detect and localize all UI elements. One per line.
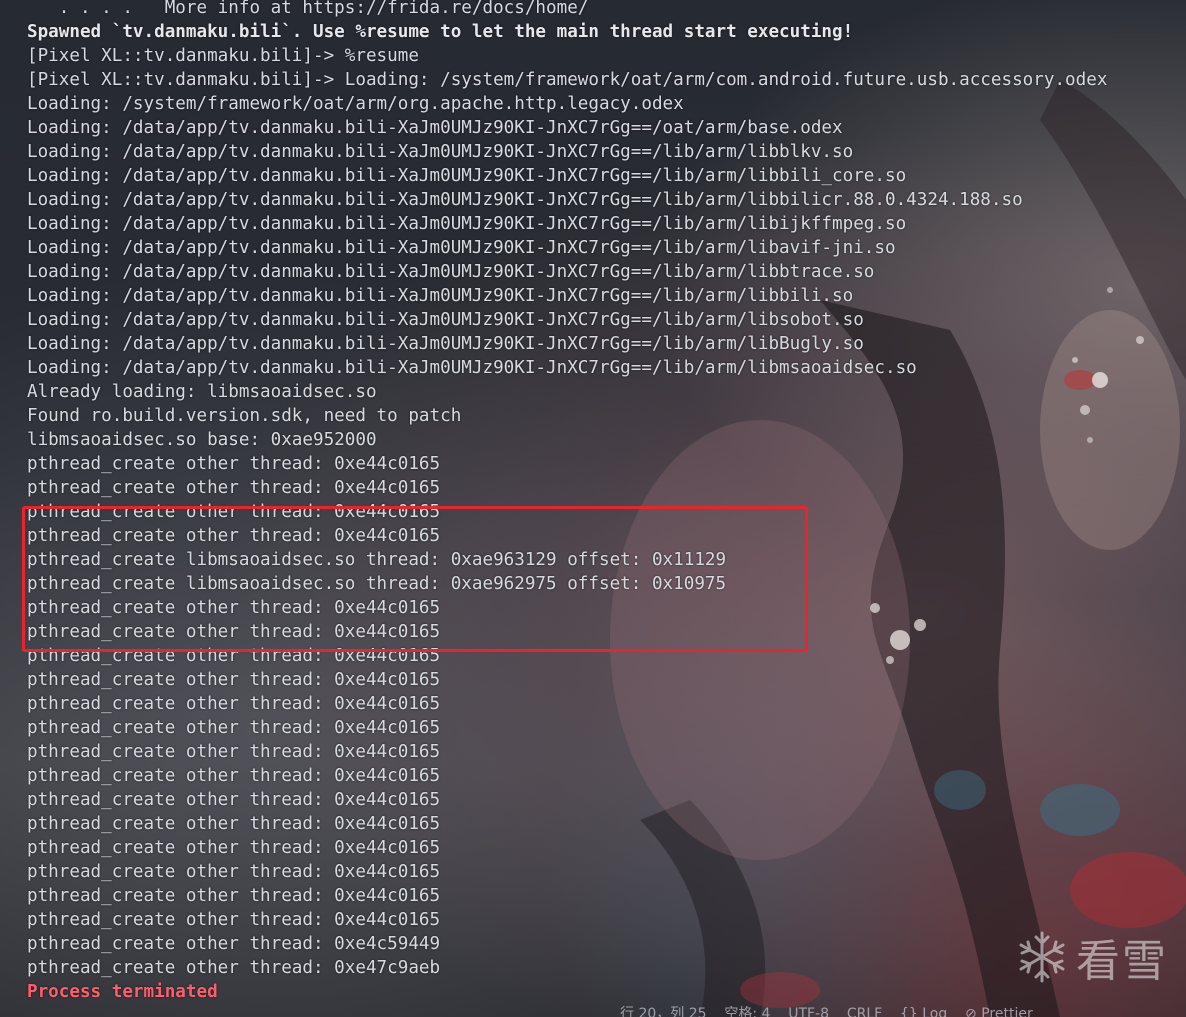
terminal-line: Loading: /data/app/tv.danmaku.bili-XaJm0… <box>27 190 1023 210</box>
terminal-line: pthread_create other thread: 0xe44c0165 <box>27 886 441 906</box>
terminal-line: Loading: /data/app/tv.danmaku.bili-XaJm0… <box>27 142 854 162</box>
terminal-line: pthread_create other thread: 0xe44c0165 <box>27 814 441 834</box>
terminal-line: Loading: /data/app/tv.danmaku.bili-XaJm0… <box>27 310 864 330</box>
terminal-line: Loading: /data/app/tv.danmaku.bili-XaJm0… <box>27 286 854 306</box>
terminal-line: Loading: /data/app/tv.danmaku.bili-XaJm0… <box>27 118 843 138</box>
terminal-line: Loading: /data/app/tv.danmaku.bili-XaJm0… <box>27 214 907 234</box>
highlight-annotation <box>22 506 808 652</box>
terminal-line: pthread_create other thread: 0xe44c0165 <box>27 742 441 762</box>
terminal-line: pthread_create other thread: 0xe44c0165 <box>27 670 441 690</box>
terminal-window[interactable]: . . . . More info at https://frida.re/do… <box>0 0 1186 1017</box>
terminal-line: pthread_create other thread: 0xe44c0165 <box>27 910 441 930</box>
terminal-line: Loading: /data/app/tv.danmaku.bili-XaJm0… <box>27 262 875 282</box>
process-terminated-message: Process terminated <box>27 982 218 1002</box>
terminal-line: libmsaoaidsec.so base: 0xae952000 <box>27 430 377 450</box>
terminal-line: Loading: /data/app/tv.danmaku.bili-XaJm0… <box>27 166 907 186</box>
terminal-line: Already loading: libmsaoaidsec.so <box>27 382 377 402</box>
terminal-line: pthread_create other thread: 0xe44c0165 <box>27 766 441 786</box>
terminal-line: pthread_create other thread: 0xe44c0165 <box>27 454 441 474</box>
watermark-text: 看雪 <box>1076 936 1168 987</box>
watermark: 看雪 <box>1014 925 1168 989</box>
terminal-line: pthread_create other thread: 0xe47c9aeb <box>27 958 441 978</box>
terminal-line: Loading: /system/framework/oat/arm/org.a… <box>27 94 684 114</box>
terminal-output: . . . . More info at https://frida.re/do… <box>27 0 1177 1004</box>
terminal-line: [Pixel XL::tv.danmaku.bili]-> Loading: /… <box>27 70 1108 90</box>
terminal-line: pthread_create other thread: 0xe44c0165 <box>27 838 441 858</box>
terminal-line: Spawned `tv.danmaku.bili`. Use %resume t… <box>27 22 854 42</box>
snowflake-icon <box>1019 931 1065 983</box>
terminal-line: Loading: /data/app/tv.danmaku.bili-XaJm0… <box>27 238 896 258</box>
terminal-line: pthread_create other thread: 0xe44c0165 <box>27 862 441 882</box>
terminal-line: Loading: /data/app/tv.danmaku.bili-XaJm0… <box>27 358 917 378</box>
terminal-line: pthread_create other thread: 0xe4c59449 <box>27 934 441 954</box>
status-bar: 行 20，列 25 空格: 4 UTF-8 CRLF {} Log ⊘ Pret… <box>620 1006 1033 1017</box>
terminal-line: pthread_create other thread: 0xe44c0165 <box>27 478 441 498</box>
terminal-line: Found ro.build.version.sdk, need to patc… <box>27 406 462 426</box>
terminal-line: pthread_create other thread: 0xe44c0165 <box>27 790 441 810</box>
terminal-line: [Pixel XL::tv.danmaku.bili]-> %resume <box>27 46 419 66</box>
terminal-line: pthread_create other thread: 0xe44c0165 <box>27 718 441 738</box>
terminal-line: . . . . More info at https://frida.re/do… <box>27 0 589 18</box>
terminal-line: pthread_create other thread: 0xe44c0165 <box>27 694 441 714</box>
terminal-line: Loading: /data/app/tv.danmaku.bili-XaJm0… <box>27 334 864 354</box>
